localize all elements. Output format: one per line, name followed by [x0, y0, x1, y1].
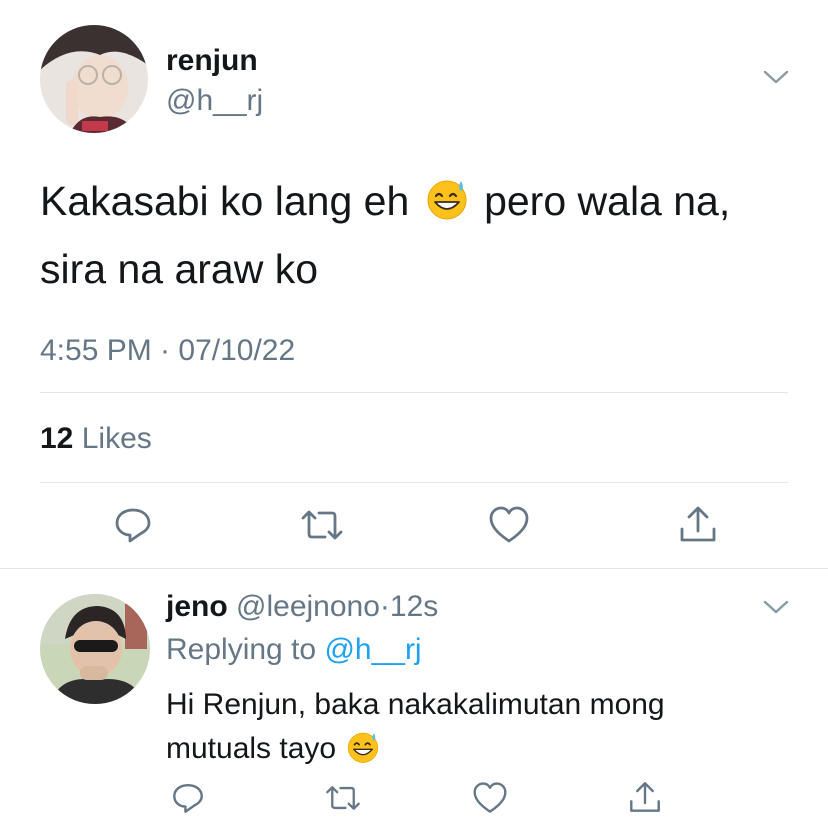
- reply-separator: ·: [379, 590, 390, 623]
- chevron-down-icon[interactable]: [762, 68, 790, 86]
- reply-share-icon[interactable]: [627, 779, 663, 815]
- reply-time[interactable]: 12s: [390, 590, 438, 623]
- reply-sweat-smile-emoji-icon: [346, 730, 380, 777]
- author-display-name[interactable]: renjun: [166, 44, 258, 78]
- likes-count: 12: [40, 422, 74, 455]
- reply-chevron-down-icon[interactable]: [762, 598, 790, 616]
- reply-reply-icon[interactable]: [170, 780, 206, 816]
- reply-display-name[interactable]: jeno: [166, 590, 228, 623]
- tweet-text: Kakasabi ko lang eh pero wala na, sira n…: [40, 170, 800, 300]
- reply-handle[interactable]: @leejnono: [236, 590, 380, 623]
- reply-text: Hi Renjun, baka nakakalimutan mong mutua…: [166, 683, 786, 777]
- author-avatar[interactable]: [40, 25, 148, 133]
- reply-header: jeno @leejnono·12s: [166, 590, 438, 624]
- tweet-text-line2: sira na araw ko: [40, 246, 319, 292]
- section-divider: [0, 568, 828, 569]
- replying-to-handle[interactable]: @h__rj: [324, 633, 421, 666]
- replying-to-label: Replying to: [166, 633, 317, 666]
- like-icon[interactable]: [488, 505, 530, 545]
- divider-bottom: [40, 482, 788, 483]
- reply-text-line2: mutuals tayo: [166, 732, 337, 765]
- reply-retweet-icon[interactable]: [324, 782, 362, 814]
- tweet-timestamp[interactable]: 4:55 PM · 07/10/22: [40, 334, 295, 368]
- author-handle[interactable]: @h__rj: [166, 84, 263, 118]
- likes-count-row[interactable]: 12 Likes: [40, 422, 152, 456]
- tweet-text-part2: pero wala na,: [484, 178, 731, 224]
- retweet-icon[interactable]: [299, 506, 345, 544]
- reply-like-icon[interactable]: [472, 781, 508, 815]
- sweat-smile-emoji-icon: [425, 176, 469, 238]
- replying-to-line: Replying to @h__rj: [166, 633, 422, 667]
- likes-label: Likes: [81, 422, 152, 455]
- reply-text-line1: Hi Renjun, baka nakakalimutan mong: [166, 688, 665, 721]
- reply-icon[interactable]: [112, 504, 154, 546]
- reply-author-avatar[interactable]: [40, 594, 150, 704]
- divider-top: [40, 392, 788, 393]
- tweet-text-part1: Kakasabi ko lang eh: [40, 178, 410, 224]
- share-icon[interactable]: [677, 503, 719, 545]
